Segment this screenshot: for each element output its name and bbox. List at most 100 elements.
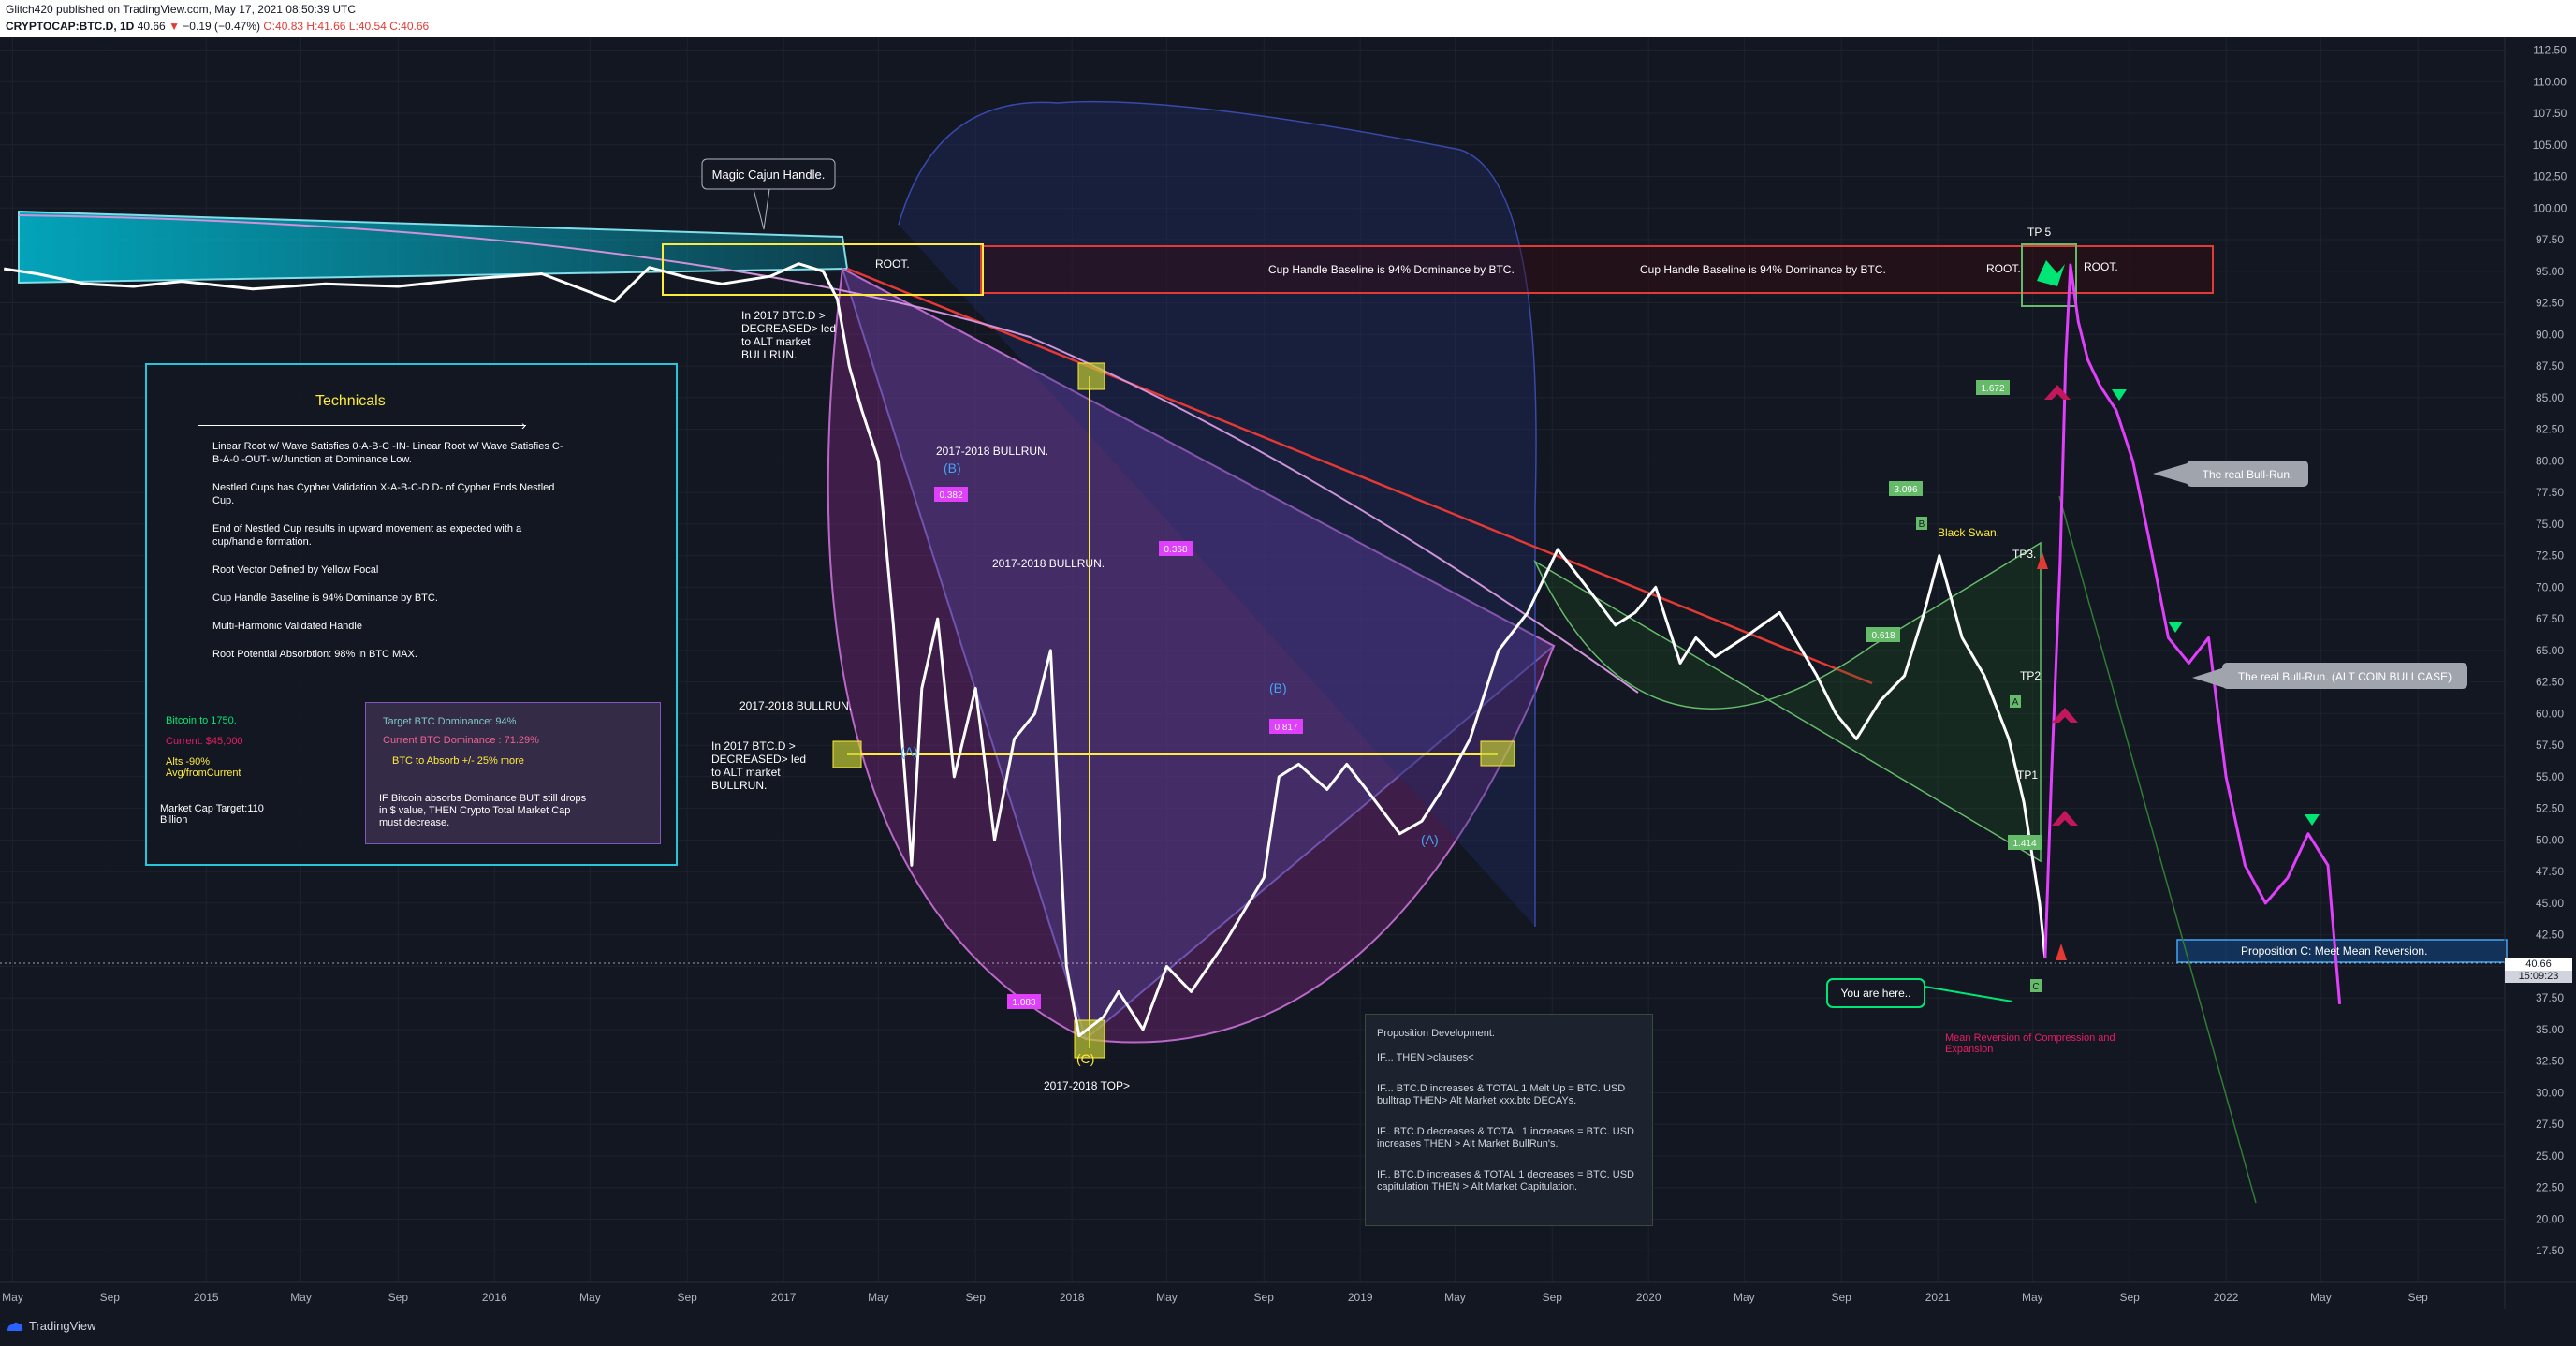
- y-tick-label: 110.00: [2533, 75, 2567, 88]
- y-tick-label: 107.50: [2533, 107, 2568, 120]
- svg-text:The real Bull-Run. (ALT COIN B: The real Bull-Run. (ALT COIN BULLCASE): [2238, 670, 2452, 683]
- y-tick-label: 55.00: [2536, 770, 2564, 783]
- note-2017-upper: In 2017 BTC.D > DECREASED> led to ALT ma…: [741, 309, 836, 361]
- y-tick-label: 30.00: [2536, 1086, 2564, 1099]
- wave-point-B-2021: B: [1916, 517, 1927, 530]
- y-tick-label: 105.00: [2533, 139, 2568, 152]
- arrow-up-icon: [2052, 811, 2078, 826]
- svg-text:0.368: 0.368: [1164, 545, 1187, 555]
- note-2017-lower: In 2017 BTC.D > DECREASED> led to ALT ma…: [711, 739, 806, 792]
- price-axis[interactable]: 112.50 110.00 107.50 105.00 102.50 100.00 97.5…: [2504, 37, 2568, 1309]
- arrow-down-icon: [2305, 814, 2320, 826]
- technicals-line-3: End of Nestled Cup results in upward mov…: [212, 523, 522, 548]
- x-tick-label: Sep: [966, 1291, 987, 1304]
- symbol-name[interactable]: CRYPTOCAP:BTC.D, 1D: [6, 20, 134, 33]
- y-tick-label: 32.50: [2536, 1055, 2564, 1068]
- ratio-label-1672: 1.672: [1976, 380, 2010, 395]
- technicals-left-4: Market Cap Target:110 Billion: [160, 803, 264, 826]
- ratio-label-0618: 0.618: [1866, 627, 1900, 642]
- y-tick-label: 92.50: [2536, 297, 2564, 310]
- symbol-line: CRYPTOCAP:BTC.D, 1D 40.66 ▼ −0.19 (−0.47…: [6, 20, 429, 33]
- wave-point-A-2021: A: [2010, 695, 2021, 708]
- x-tick-label: May: [290, 1291, 312, 1304]
- technicals-left-3: Alts -90% Avg/fromCurrent: [166, 756, 242, 779]
- x-tick-label: May: [579, 1291, 601, 1304]
- x-tick-label: May: [1444, 1291, 1466, 1304]
- proposition-line-2: IF... BTC.D increases & TOTAL 1 Melt Up …: [1377, 1083, 1626, 1106]
- wave-label-C-2018: (C): [1076, 1051, 1094, 1066]
- x-tick-label: Sep: [2119, 1291, 2140, 1304]
- technicals-left-2: Current: $45,000: [166, 736, 243, 747]
- technicals-right-1: Target BTC Dominance: 94%: [383, 716, 517, 727]
- ratio-label-0368: 0.368: [1159, 541, 1193, 556]
- svg-text:You are here..: You are here..: [1841, 987, 1911, 1000]
- x-tick-label: May: [1156, 1291, 1178, 1304]
- root-label-left: ROOT.: [875, 257, 910, 271]
- x-tick-label: May: [1734, 1291, 1755, 1304]
- tp5-label: TP 5: [2027, 226, 2051, 239]
- mean-reversion-label: Mean Reversion of Compression and Expans…: [1945, 1032, 2115, 1055]
- y-tick-label: 27.50: [2536, 1118, 2564, 1131]
- x-tick-label: Sep: [100, 1291, 121, 1304]
- svg-text:The real Bull-Run.: The real Bull-Run.: [2203, 468, 2293, 481]
- y-tick-label: 57.50: [2536, 739, 2564, 752]
- x-tick-label: May: [2310, 1291, 2332, 1304]
- y-tick-label: 90.00: [2536, 328, 2564, 341]
- x-tick-label: Sep: [1543, 1291, 1563, 1304]
- cup-handle-label-2: Cup Handle Baseline is 94% Dominance by …: [1640, 263, 1886, 276]
- svg-text:0.382: 0.382: [939, 490, 962, 501]
- y-tick-label: 80.00: [2536, 454, 2564, 467]
- svg-text:3.096: 3.096: [1894, 485, 1917, 495]
- svg-text:A: A: [2012, 697, 2019, 708]
- y-tick-label: 20.00: [2536, 1212, 2564, 1225]
- y-tick-label: 17.50: [2536, 1244, 2564, 1257]
- arrow-down-icon: [2168, 622, 2183, 633]
- svg-text:Magic Cajun Handle.: Magic Cajun Handle.: [712, 168, 826, 182]
- time-axis[interactable]: May Sep 2015 May Sep 2016 May Sep 2017 May Sep 2018…: [0, 1281, 2576, 1304]
- tp1-label: TP1: [2017, 768, 2038, 782]
- technicals-line-7: Root Potential Absorbtion: 98% in BTC MA…: [212, 649, 417, 660]
- wave-label-B-2018: (B): [1269, 680, 1287, 695]
- yellow-focal-left: [832, 740, 862, 768]
- cyan-wedge: [18, 210, 849, 285]
- x-tick-label: Sep: [1254, 1291, 1275, 1304]
- technicals-right-3: BTC to Absorb +/- 25% more: [392, 755, 524, 767]
- proposition-line-1: IF... THEN >clauses<: [1377, 1052, 1474, 1063]
- y-tick-label: 45.00: [2536, 897, 2564, 910]
- wave-label-A-2019: (A): [1421, 832, 1439, 847]
- technicals-right-2: Current BTC Dominance : 71.29%: [383, 735, 539, 746]
- tradingview-logo[interactable]: TradingView: [6, 1319, 96, 1333]
- y-tick-label: 95.00: [2536, 265, 2564, 278]
- y-tick-label: 100.00: [2533, 201, 2568, 214]
- svg-text:0.618: 0.618: [1871, 631, 1895, 641]
- chart-header: Glitch420 published on TradingView.com, …: [0, 0, 2576, 37]
- x-tick-label: Sep: [2408, 1291, 2428, 1304]
- yellow-focal-right: [1480, 740, 1515, 767]
- y-tick-label: 85.00: [2536, 391, 2564, 404]
- y-tick-label: 42.50: [2536, 929, 2564, 942]
- current-price-tag: 40.66 15:09:23: [2505, 958, 2572, 983]
- price-change: −0.19 (−0.47%): [183, 20, 261, 33]
- svg-text:C: C: [2032, 982, 2039, 992]
- x-tick-label: 2019: [1348, 1291, 1373, 1304]
- black-swan-label: Black Swan.: [1938, 526, 1999, 539]
- x-tick-label: 2021: [1925, 1291, 1951, 1304]
- y-tick-label: 37.50: [2536, 991, 2564, 1004]
- technicals-right-4: IF Bitcoin absorbs Dominance BUT still d…: [379, 793, 587, 828]
- svg-text:0.817: 0.817: [1274, 723, 1297, 733]
- proposition-line-4: IF.. BTC.D increases & TOTAL 1 decreases…: [1377, 1169, 1634, 1192]
- technicals-arrow: [198, 425, 526, 426]
- technicals-title: Technicals: [315, 393, 386, 409]
- top-2017-2018-label: 2017-2018 TOP>: [1044, 1079, 1130, 1092]
- proposition-line-3: IF.. BTC.D decreases & TOTAL 1 increases…: [1377, 1126, 1634, 1149]
- technicals-inner-box: Target BTC Dominance: 94% Current BTC Do…: [365, 702, 661, 844]
- ratio-label-1083: 1.083: [1007, 994, 1041, 1009]
- ratio-label-0817: 0.817: [1269, 719, 1303, 734]
- wave-label-A-2017: (A): [900, 744, 918, 759]
- y-tick-label: 65.00: [2536, 644, 2564, 657]
- y-tick-label: 25.00: [2536, 1149, 2564, 1163]
- countdown-timer: 15:09:23: [2505, 971, 2572, 983]
- technicals-panel: Technicals › Linear Root w/ Wave Satisfi…: [145, 363, 678, 866]
- footer-bar: TradingView: [0, 1309, 2576, 1346]
- proposition-title: Proposition Development:: [1377, 1028, 1495, 1039]
